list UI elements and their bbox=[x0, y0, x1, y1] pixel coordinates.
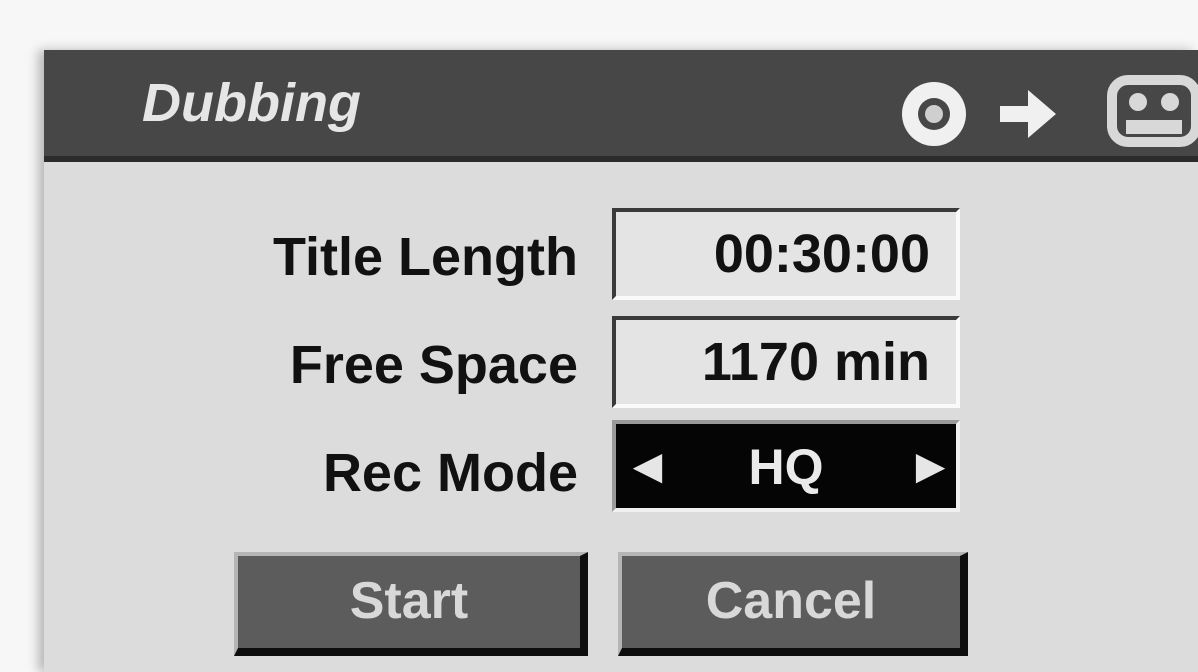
free-space-label: Free Space bbox=[289, 335, 578, 395]
arrow-left-icon[interactable]: ◀ bbox=[634, 424, 662, 508]
dubbing-dialog: Dubbing Title Length 00:30:00 Free Space… bbox=[44, 50, 1198, 672]
dialog-titlebar: Dubbing bbox=[44, 50, 1198, 162]
title-length-label: Title Length bbox=[273, 227, 578, 287]
free-space-field: 1170 min bbox=[612, 316, 960, 408]
dialog-title: Dubbing bbox=[142, 73, 361, 133]
disc-icon bbox=[902, 82, 966, 146]
arrow-right-small-icon[interactable]: ▶ bbox=[916, 424, 944, 508]
cassette-icon bbox=[1107, 75, 1198, 147]
arrow-right-icon bbox=[1000, 90, 1056, 138]
rec-mode-selector[interactable]: ◀ HQ ▶ bbox=[612, 420, 960, 512]
start-button[interactable]: Start bbox=[234, 552, 588, 656]
title-length-field: 00:30:00 bbox=[612, 208, 960, 300]
rec-mode-value: HQ bbox=[748, 439, 824, 495]
rec-mode-label: Rec Mode bbox=[322, 443, 578, 503]
cancel-button[interactable]: Cancel bbox=[618, 552, 968, 656]
